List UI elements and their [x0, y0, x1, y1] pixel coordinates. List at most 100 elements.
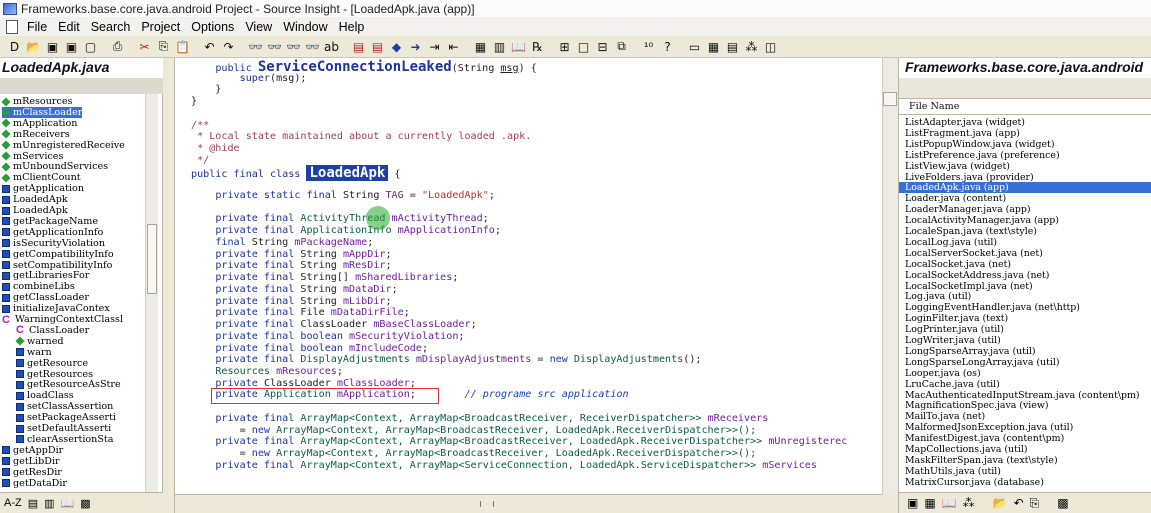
file-list-item[interactable]: ManifestDigest.java (content\pm): [905, 433, 1064, 444]
file-list-item[interactable]: ListAdapter.java (widget): [905, 117, 1025, 128]
save-all-icon[interactable]: ▣: [63, 39, 80, 55]
symbol-list-item[interactable]: C ClassLoader: [16, 325, 89, 336]
tree-view-icon[interactable]: ▥: [44, 497, 54, 510]
symbol-list-item[interactable]: getLibDir: [2, 456, 60, 467]
file-list-item[interactable]: Looper.java (os): [905, 368, 981, 379]
file-list-item[interactable]: MapCollections.java (util): [905, 444, 1028, 455]
undo-icon[interactable]: ↶: [201, 39, 218, 55]
symbol-list-item[interactable]: getResDir: [2, 467, 62, 478]
copy-icon[interactable]: ⎘: [1030, 496, 1040, 511]
layout-stack-icon[interactable]: ⧉: [613, 39, 630, 55]
file-list-item[interactable]: MacAuthenticatedInputStream.java (conten…: [905, 390, 1140, 401]
layout-grid-icon[interactable]: ⊞: [556, 39, 573, 55]
copy-icon[interactable]: ⎘: [155, 39, 172, 55]
menu-help[interactable]: Help: [334, 20, 371, 34]
relation-icon[interactable]: ¹⁰: [640, 39, 657, 55]
book-icon[interactable]: 📖: [942, 496, 957, 510]
code-editor[interactable]: public ServiceConnectionLeaked(String ms…: [175, 58, 882, 494]
file-list-item[interactable]: LruCache.java (util): [905, 379, 1000, 390]
symbol-list-item[interactable]: setDefaultAsserti: [16, 423, 111, 434]
symbol-list-item[interactable]: warn: [16, 347, 52, 358]
file-list-item[interactable]: Log.java (util): [905, 291, 971, 302]
panel-toggle-icon[interactable]: ▭: [686, 39, 703, 55]
panel-relation-icon[interactable]: ⁂: [743, 39, 760, 55]
file-list-item[interactable]: LongSparseArray.java (util): [905, 346, 1036, 357]
search-files-icon[interactable]: 👓: [266, 39, 283, 55]
symbol-list-item[interactable]: C WarningContextClassl: [2, 314, 123, 325]
jump-back-icon[interactable]: ⇤: [445, 39, 462, 55]
file-list-item[interactable]: ListPreference.java (preference): [905, 150, 1060, 161]
file-list-item[interactable]: LoaderManager.java (app): [905, 204, 1031, 215]
redo-icon[interactable]: ↷: [220, 39, 237, 55]
code-horizontal-scrollbar[interactable]: [175, 494, 882, 513]
browse-icon[interactable]: ℞: [529, 39, 546, 55]
symbol-list-item[interactable]: mUnboundServices: [1, 161, 108, 172]
symbol-list-item[interactable]: mClassLoader: [1, 106, 83, 118]
symbol-list-item[interactable]: getDataDir: [2, 478, 67, 489]
code-vertical-scrollbar[interactable]: [882, 58, 898, 494]
relation-icon[interactable]: ⁂: [963, 496, 975, 510]
symbol-list-item[interactable]: mServices: [1, 151, 63, 162]
bookmark-icon[interactable]: ▤: [350, 39, 367, 55]
menu-options[interactable]: Options: [186, 20, 240, 34]
file-list-item[interactable]: ListPopupWindow.java (widget): [905, 139, 1054, 150]
file-list-item[interactable]: MatrixCursor.java (database): [905, 477, 1044, 488]
back-icon[interactable]: ↶: [1014, 496, 1024, 510]
cut-icon[interactable]: ✂: [136, 39, 153, 55]
forward-icon[interactable]: ➜: [407, 39, 424, 55]
symbol-list-item[interactable]: mResources: [1, 96, 72, 107]
help-icon[interactable]: ?: [659, 39, 676, 55]
print-icon[interactable]: ⎙: [109, 39, 126, 55]
file-list-item[interactable]: ListFragment.java (app): [905, 128, 1020, 139]
symbol-list-item[interactable]: getAppDir: [2, 445, 63, 456]
symbol-list-item[interactable]: clearAssertionSta: [16, 434, 114, 445]
folder-icon[interactable]: 📂: [993, 496, 1008, 510]
file-list-item[interactable]: LocalServerSocket.java (net): [905, 248, 1043, 259]
symbol-list-item[interactable]: setClassAssertion: [16, 401, 113, 412]
menu-view[interactable]: View: [240, 20, 278, 34]
symbol-list-item[interactable]: setCompatibilityInfo: [2, 260, 112, 271]
panel-symbol-icon[interactable]: ▦: [705, 39, 722, 55]
file-list-item[interactable]: LocalSocket.java (net): [905, 259, 1011, 270]
file-name-column-header[interactable]: File Name: [898, 98, 1151, 115]
replace-icon[interactable]: ab: [323, 39, 340, 55]
save-icon[interactable]: ▣: [44, 39, 61, 55]
file-list-item[interactable]: LocalSocketAddress.java (net): [905, 270, 1049, 281]
panel-clip-icon[interactable]: ◫: [762, 39, 779, 55]
panel-project-icon[interactable]: ▤: [724, 39, 741, 55]
panel-icon[interactable]: ▣: [907, 496, 918, 510]
settings-icon[interactable]: ▩: [80, 497, 90, 510]
search-forward-icon[interactable]: 👓: [304, 39, 321, 55]
symbol-list-item[interactable]: getResources: [16, 369, 93, 380]
book-icon[interactable]: 📖: [510, 39, 527, 55]
file-list-item[interactable]: Loader.java (content): [905, 193, 1006, 204]
symbol-list-item[interactable]: mClientCount: [1, 172, 81, 183]
search-icon[interactable]: 👓: [247, 39, 264, 55]
file-list-item[interactable]: LocalLog.java (util): [905, 237, 997, 248]
file-list-item[interactable]: LocalActivityManager.java (app): [905, 215, 1059, 226]
symbol-list-item[interactable]: LoadedApk: [2, 205, 68, 216]
paste-icon[interactable]: 📋: [174, 39, 191, 55]
file-list-item[interactable]: LongSparseLongArray.java (util): [905, 357, 1060, 368]
context-window-icon[interactable]: ▥: [491, 39, 508, 55]
file-list-item[interactable]: MailTo.java (net): [905, 411, 985, 422]
symbol-list-item[interactable]: mApplication: [1, 118, 77, 129]
symbol-list-item[interactable]: getResourceAsStre: [16, 379, 121, 390]
sort-az-icon[interactable]: A-Z: [4, 497, 22, 509]
symbol-list-item[interactable]: getPackageName: [2, 216, 98, 227]
project-file-list[interactable]: ListAdapter.java (widget) ListFragment.ja…: [898, 115, 1151, 492]
symbol-list-item[interactable]: setPackageAsserti: [16, 412, 116, 423]
menu-file[interactable]: File: [22, 20, 53, 34]
file-list-item[interactable]: LoginFilter.java (text): [905, 313, 1008, 324]
book-icon[interactable]: 📖: [61, 497, 75, 510]
file-list-item[interactable]: MagnificationSpec.java (view): [905, 400, 1049, 411]
close-icon[interactable]: ▢: [82, 39, 99, 55]
symbol-list-item[interactable]: isSecurityViolation: [2, 238, 105, 249]
symbol-list-item[interactable]: getClassLoader: [2, 292, 89, 303]
search-backward-icon[interactable]: 👓: [285, 39, 302, 55]
file-list-item[interactable]: ListView.java (widget): [905, 161, 1010, 172]
bookmark-list-icon[interactable]: ▤: [369, 39, 386, 55]
symbol-list-item[interactable]: LoadedApk: [2, 194, 68, 205]
symbol-list-item[interactable]: getLibrariesFor: [2, 270, 89, 281]
code-scroll-thumb[interactable]: [883, 92, 897, 106]
